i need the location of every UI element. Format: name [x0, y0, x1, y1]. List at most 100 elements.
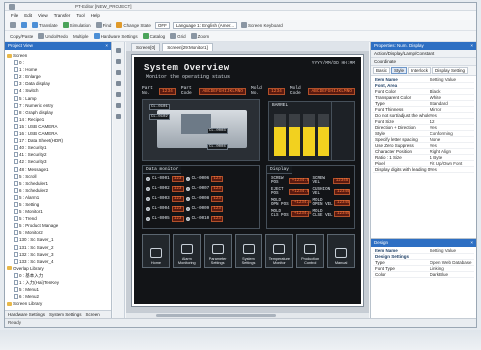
tree-item[interactable]: 42 : Security3	[7, 158, 109, 165]
tab-style[interactable]: Style	[391, 67, 408, 74]
tree-item[interactable]: 5 : Lamp	[7, 95, 109, 102]
catalog-button[interactable]: Catalog	[142, 33, 167, 39]
tree-item[interactable]: 6 : Menu2	[7, 293, 109, 300]
tree-item[interactable]: 4 : Switch	[7, 87, 109, 94]
doc-tab-monitor1[interactable]: Screen[29:Monitor1]	[162, 43, 213, 51]
tree-item[interactable]: 0 : 基本入力	[7, 272, 109, 279]
tab-display-setting[interactable]: Display Setting	[432, 67, 469, 74]
tree-item[interactable]: 5 : Alarm1	[7, 194, 109, 201]
tree-item[interactable]: 5 : Scroll	[7, 173, 109, 180]
undo-redo-button[interactable]: Undo/Redo	[37, 33, 69, 39]
tree-item[interactable]: 5 : Scheduler1	[7, 180, 109, 187]
property-value[interactable]: Linking	[430, 266, 474, 271]
part-no-value[interactable]: 1234	[159, 87, 176, 95]
screen-keyboard-button[interactable]: Screen Keyboard	[240, 22, 284, 28]
tree-item[interactable]: 5 : Menu1	[7, 286, 109, 293]
mold-no-value[interactable]: 1234	[268, 87, 285, 95]
close-icon[interactable]: ×	[470, 42, 473, 50]
monitor-value[interactable]: 123	[211, 196, 224, 202]
property-value[interactable]: Conforming	[430, 131, 474, 136]
doc-tab-screen-0[interactable]: Screen[0]	[131, 43, 161, 51]
properties-subject[interactable]: Action/Display/Lamp/Constant	[371, 50, 476, 58]
save-button[interactable]	[20, 22, 28, 28]
hmi-nav-button[interactable]: Home	[142, 234, 170, 268]
text-tool-icon[interactable]	[116, 70, 121, 75]
tree-item[interactable]: 3 : Data display	[7, 80, 109, 87]
tree-item[interactable]: 48 : Message1	[7, 166, 109, 173]
property-row[interactable]: Display digits with leading 0 Yes	[373, 167, 474, 173]
property-value[interactable]: Yes	[430, 167, 474, 172]
tree-item[interactable]: 0 :	[7, 59, 109, 66]
menu-tool[interactable]: Tool	[76, 13, 84, 18]
display-value[interactable]: 12345	[334, 211, 350, 217]
tree-item[interactable]: 41 : Security2	[7, 151, 109, 158]
tree-item[interactable]: 2 : Enlarge	[7, 73, 109, 80]
monitor-value[interactable]: 123	[211, 186, 224, 192]
display-value[interactable]: 12345	[334, 189, 350, 195]
zoom-button[interactable]: Zoom	[190, 33, 211, 39]
part-code-value[interactable]: ABCDEFGHIJKLMNO	[199, 87, 246, 95]
tree-item[interactable]: 133 : Sc Saver_4	[7, 258, 109, 265]
tree-item[interactable]: 1 : 入力(Hai)TenKey	[7, 279, 109, 286]
tab-interlock[interactable]: Interlock	[408, 67, 432, 74]
property-value[interactable]: Right Align	[430, 149, 474, 154]
mold-code-value[interactable]: ABCDEFGHIJKLMNO	[308, 87, 355, 95]
state-select[interactable]: OFF	[154, 21, 170, 29]
monitor-value[interactable]: 123	[171, 206, 184, 212]
property-value[interactable]: Yes	[430, 113, 474, 118]
close-icon[interactable]: ×	[470, 239, 473, 247]
monitor-value[interactable]: 123	[211, 216, 224, 222]
tree-item[interactable]: 7 : Numeric entry	[7, 102, 109, 109]
display-tool-icon[interactable]	[116, 114, 121, 119]
hmi-nav-button[interactable]: Temperature Monitor	[265, 234, 294, 268]
tree-item[interactable]: 5 : Setting	[7, 201, 109, 208]
tree-item[interactable]: 5 : Product Manage	[7, 222, 109, 229]
language-select[interactable]: Language 1: English (Amer...	[172, 21, 237, 29]
hmi-nav-button[interactable]: Parameter Settings	[203, 234, 232, 268]
change-state-button[interactable]: Change State	[115, 22, 152, 28]
hmi-nav-button[interactable]: System Settings	[234, 234, 263, 268]
menu-view[interactable]: View	[38, 13, 48, 18]
hmi-nav-button[interactable]: Alarm Monitoring	[172, 234, 201, 268]
property-value[interactable]: Yes	[430, 143, 474, 148]
translate-button[interactable]: Translate	[31, 22, 59, 28]
new-file-button[interactable]	[9, 22, 17, 28]
menu-file[interactable]: File	[11, 13, 18, 18]
property-value[interactable]: DarkBlue	[430, 272, 474, 277]
tree-item[interactable]: Overlap Library	[7, 265, 109, 272]
monitor-value[interactable]: 123	[171, 186, 184, 192]
tab-basic[interactable]: Basic	[373, 67, 391, 74]
menu-transfer[interactable]: Transfer	[54, 13, 71, 18]
tree-item[interactable]: 8 : Graph display	[7, 109, 109, 116]
monitor-value[interactable]: 123	[211, 206, 224, 212]
display-value[interactable]: 12345	[332, 178, 350, 184]
tree-item[interactable]: 16 : USB CAMERA	[7, 130, 109, 137]
tab-hardware-settings[interactable]: Hardware Settings	[8, 312, 45, 317]
display-value[interactable]: +1234.5	[288, 178, 309, 184]
multiple-button[interactable]: Multiple	[72, 34, 90, 39]
property-value[interactable]: 12	[430, 119, 474, 124]
property-value[interactable]: Open Web Database	[430, 260, 474, 265]
close-icon[interactable]: ×	[105, 42, 108, 50]
monitor-value[interactable]: 123	[171, 216, 184, 222]
hardware-settings-button[interactable]: Hardware Settings	[93, 33, 139, 39]
monitor-value[interactable]: 123	[211, 176, 224, 182]
properties-category[interactable]: Coordinate	[371, 58, 476, 66]
property-row[interactable]: Color DarkBlue	[373, 272, 474, 278]
find-button[interactable]: Find	[95, 22, 113, 28]
hmi-nav-button[interactable]: Production Control	[296, 234, 325, 268]
tab-system-settings[interactable]: System Settings	[49, 312, 82, 317]
display-value[interactable]: 12345	[334, 200, 350, 206]
property-value[interactable]: Black	[430, 89, 474, 94]
monitor-value[interactable]: 123	[171, 176, 184, 182]
grid-button[interactable]: Grid	[169, 33, 187, 39]
menu-help[interactable]: Help	[91, 13, 100, 18]
copy-paste-button[interactable]: Copy/Paste	[9, 34, 34, 39]
tree-item[interactable]: 6 : Scheduler2	[7, 187, 109, 194]
property-value[interactable]: Standard	[430, 101, 474, 106]
graph-tool-icon[interactable]	[116, 103, 121, 108]
tree-item[interactable]: Screen	[7, 52, 109, 59]
tree-item[interactable]: 5 : Trend	[7, 215, 109, 222]
tree-item[interactable]: Screen Library	[7, 300, 109, 307]
property-value[interactable]: Yes	[430, 125, 474, 130]
